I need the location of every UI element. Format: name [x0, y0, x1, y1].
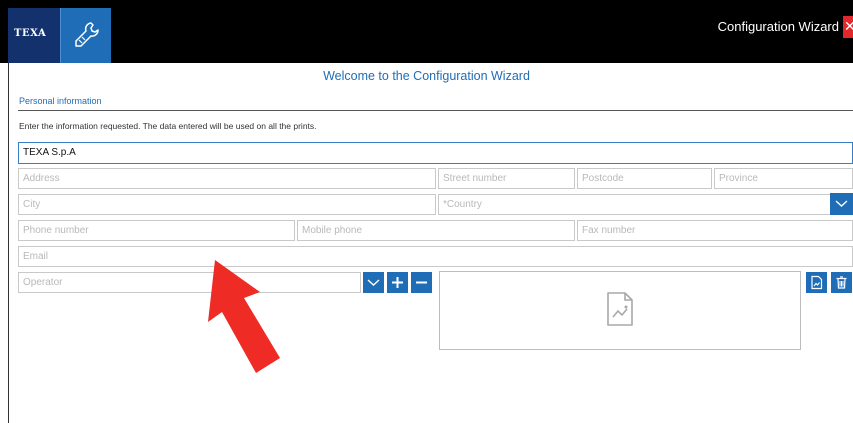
content-border — [8, 63, 9, 423]
street-number-field[interactable]: Street number — [438, 168, 575, 189]
add-operator-button[interactable] — [387, 272, 408, 293]
province-field[interactable]: Province — [714, 168, 853, 189]
plus-icon — [392, 277, 403, 288]
chevron-down-icon — [367, 279, 380, 286]
operator-dropdown-button[interactable] — [363, 272, 384, 293]
section-title: Personal information — [19, 96, 102, 106]
load-image-button[interactable] — [806, 272, 827, 293]
logo-image-area[interactable] — [439, 271, 801, 350]
company-name-value: TEXA S.p.A — [23, 147, 76, 158]
trash-icon — [836, 276, 847, 289]
street-number-placeholder: Street number — [443, 173, 507, 184]
email-placeholder: Email — [23, 251, 49, 262]
company-name-field[interactable]: TEXA S.p.A — [18, 142, 853, 164]
country-select[interactable]: *Country — [438, 194, 831, 215]
operator-select[interactable]: Operator — [18, 272, 361, 293]
remove-operator-button[interactable] — [411, 272, 432, 293]
section-divider — [18, 110, 853, 111]
page-title: Welcome to the Configuration Wizard — [323, 69, 530, 83]
email-field[interactable]: Email — [18, 246, 853, 267]
close-button[interactable]: ✕ — [843, 16, 853, 38]
province-placeholder: Province — [719, 173, 758, 184]
image-file-icon — [811, 275, 823, 290]
postcode-placeholder: Postcode — [582, 173, 624, 184]
fax-number-field[interactable]: Fax number — [577, 220, 853, 241]
operator-placeholder: Operator — [23, 277, 63, 288]
country-dropdown-button[interactable] — [830, 193, 853, 215]
mobile-phone-field[interactable]: Mobile phone — [297, 220, 575, 241]
image-placeholder-icon — [607, 292, 633, 326]
minus-icon — [416, 281, 427, 284]
red-arrow-icon — [208, 260, 280, 373]
logo-text: TEXA — [14, 28, 47, 39]
city-field[interactable]: City — [18, 194, 436, 215]
fax-number-placeholder: Fax number — [582, 225, 636, 236]
city-placeholder: City — [23, 199, 41, 210]
texa-logo: TEXA — [8, 8, 60, 63]
phone-number-field[interactable]: Phone number — [18, 220, 295, 241]
wrench-icon[interactable] — [60, 8, 111, 63]
country-placeholder: *Country — [443, 199, 482, 210]
instructions-text: Enter the information requested. The dat… — [19, 121, 317, 131]
address-placeholder: Address — [23, 173, 60, 184]
chevron-down-icon — [835, 200, 848, 207]
mobile-phone-placeholder: Mobile phone — [302, 225, 363, 236]
phone-number-placeholder: Phone number — [23, 225, 89, 236]
title-bar: TEXA Configuration Wizard ✕ — [0, 0, 853, 63]
wizard-title: Configuration Wizard — [717, 19, 839, 34]
address-field[interactable]: Address — [18, 168, 436, 189]
delete-image-button[interactable] — [831, 272, 852, 293]
postcode-field[interactable]: Postcode — [577, 168, 712, 189]
close-icon: ✕ — [844, 19, 853, 35]
